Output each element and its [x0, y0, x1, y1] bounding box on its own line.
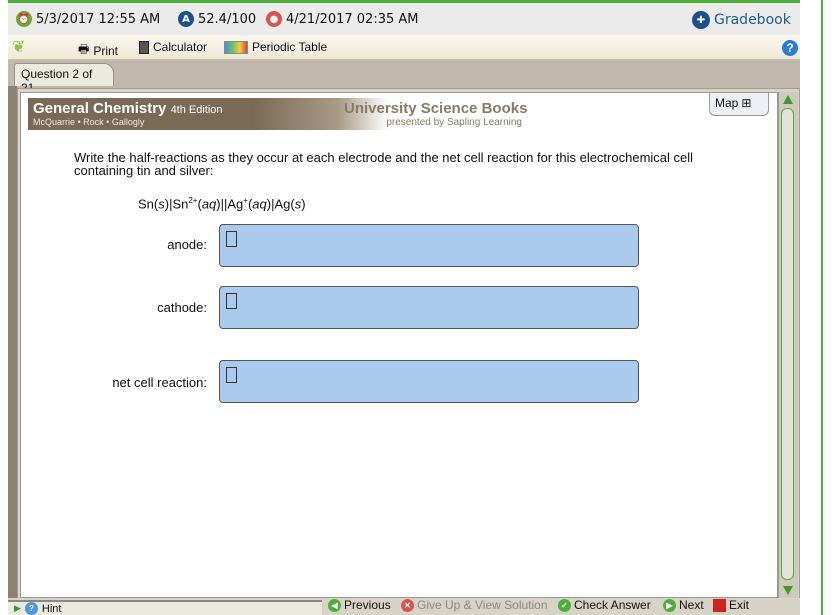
hint-icon: ? — [24, 602, 38, 615]
expand-arrow-icon: ▶ — [14, 603, 21, 613]
printer-icon: 🖶 — [78, 42, 90, 56]
score-text: 52.4/100 — [198, 11, 257, 27]
cathode-input[interactable] — [219, 286, 639, 329]
calculator-icon — [139, 40, 149, 54]
cursor-box — [226, 231, 237, 247]
cathode-label: cathode: — [157, 300, 207, 315]
arrow-right-icon: ▶ — [663, 598, 676, 612]
due-date: ⏰ 5/3/2017 12:55 AM — [16, 11, 160, 27]
hint-button[interactable]: ▶ ? Hint — [8, 600, 322, 615]
book-title-text: General Chemistry — [33, 100, 167, 117]
left-border — [8, 86, 17, 615]
cell-notation: Sn(s)|Sn2+(aq)||Ag+(aq)|Ag(s) — [138, 196, 306, 211]
print-button[interactable]: 🖶 Print — [78, 40, 118, 61]
cell-part: )||Ag — [216, 196, 244, 212]
hint-label: Hint — [41, 602, 62, 615]
periodic-table-label: Periodic Table — [252, 40, 328, 54]
exit-button[interactable]: Exit — [713, 598, 749, 612]
scrollbar-thumb[interactable] — [781, 108, 794, 580]
due-date-text: 5/3/2017 12:55 AM — [36, 11, 161, 27]
question-prompt: Write the half-reactions as they occur a… — [74, 150, 694, 178]
publisher-name: University Science Books — [344, 100, 528, 117]
anode-label: anode: — [167, 237, 207, 252]
textbook-banner: General Chemistry 4th Edition McQuarrie … — [28, 98, 528, 130]
net-reaction-input[interactable] — [219, 360, 639, 403]
alarm-clock-icon: ⏰ — [16, 11, 32, 27]
tab-question[interactable]: Question 2 of 21 — [14, 63, 114, 95]
header-bar: ⏰ 5/3/2017 12:55 AM A 52.4/100 ● 4/21/20… — [8, 3, 800, 35]
next-button[interactable]: ▶ Next — [663, 598, 704, 612]
gradebook-label: Gradebook — [714, 12, 791, 28]
help-icon[interactable]: ? — [782, 40, 798, 56]
cell-part: )|Sn — [164, 196, 189, 212]
arrow-left-icon: ◀ — [328, 598, 341, 612]
next-label: Next — [679, 598, 704, 612]
book-authors: McQuarrie • Rock • Gallogly — [33, 117, 145, 127]
footprint-icon: ● — [266, 11, 282, 27]
map-button[interactable]: Map ⊞ — [709, 93, 769, 116]
periodic-table-icon — [224, 40, 248, 54]
book-edition: 4th Edition — [170, 104, 223, 116]
exit-door-icon — [713, 598, 726, 612]
sprout-logo-icon: ❦ — [12, 39, 26, 56]
last-date-text: 4/21/2017 02:35 AM — [286, 11, 419, 27]
gradebook-link[interactable]: ✚ Gradebook — [692, 11, 791, 29]
previous-button[interactable]: ◀ Previous — [328, 598, 391, 612]
last-date: ● 4/21/2017 02:35 AM — [266, 11, 419, 27]
previous-label: Previous — [344, 598, 391, 612]
scroll-up-icon[interactable] — [783, 95, 793, 104]
check-answer-button[interactable]: ✓ Check Answer — [558, 598, 651, 612]
anode-input[interactable] — [219, 224, 639, 267]
calculator-label: Calculator — [153, 40, 208, 54]
cell-part: ) — [301, 196, 306, 212]
cell-part: aq — [201, 196, 217, 212]
right-accent-line — [821, 0, 823, 615]
grade-icon: A — [178, 11, 194, 27]
periodic-table-button[interactable]: Periodic Table — [224, 40, 327, 54]
score: A 52.4/100 — [178, 11, 256, 27]
scroll-down-icon[interactable] — [783, 586, 793, 595]
print-label: Print — [93, 43, 119, 58]
check-answer-label: Check Answer — [574, 598, 651, 612]
cell-part: aq — [252, 196, 267, 212]
presented-by: presented by Sapling Learning — [386, 117, 522, 128]
map-label: Map — [715, 96, 739, 110]
checkmark-icon: ✓ — [558, 598, 571, 612]
sitemap-icon: ⊞ — [741, 96, 752, 110]
calculator-button[interactable]: Calculator — [139, 40, 207, 54]
gradebook-icon: ✚ — [692, 11, 710, 29]
net-reaction-label: net cell reaction: — [112, 375, 207, 390]
toolbar: ❦ 🖶 Print Calculator Periodic Table ? — [8, 35, 800, 60]
cursor-box — [226, 367, 237, 383]
cell-part: )|Ag( — [266, 196, 295, 212]
cell-part: Sn( — [138, 196, 159, 212]
cursor-box — [226, 293, 237, 309]
book-title: General Chemistry 4th Edition — [33, 100, 223, 117]
x-circle-icon: ✕ — [401, 598, 414, 612]
give-up-label: Give Up & View Solution — [417, 598, 548, 612]
give-up-button[interactable]: ✕ Give Up & View Solution — [401, 598, 548, 612]
exit-label: Exit — [729, 598, 750, 612]
